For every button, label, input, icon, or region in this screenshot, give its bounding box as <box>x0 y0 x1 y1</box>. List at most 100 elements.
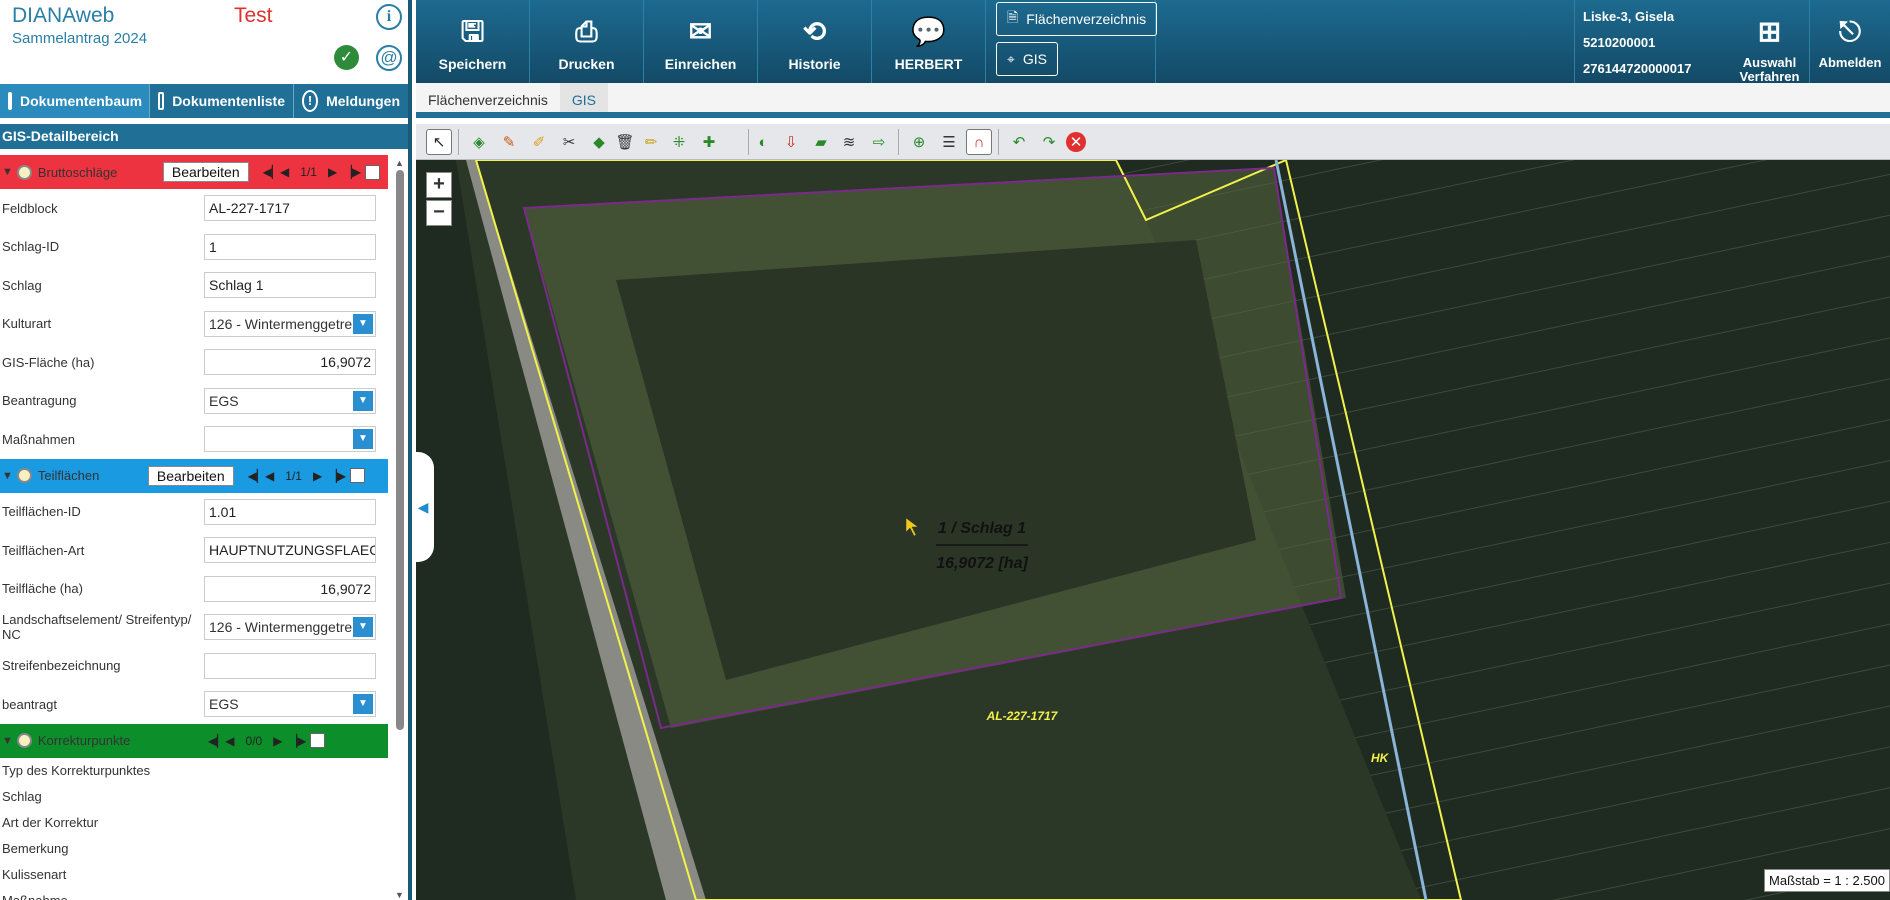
print-button[interactable]: ⎙ Drucken <box>530 0 644 83</box>
select-pointer-icon[interactable]: ↖ <box>426 129 452 155</box>
auswahl-verfahren-button[interactable]: ⊞ Auswahl Verfahren <box>1730 0 1810 84</box>
left-panel: DIANAweb Sammelantrag 2024 Test i ✓ @ Do… <box>0 0 412 900</box>
button-label: Speichern <box>438 56 507 72</box>
info-icon[interactable]: i <box>376 4 402 30</box>
tab-flaechenverzeichnis[interactable]: Flächenverzeichnis <box>416 83 560 112</box>
scroll-down-arrow-icon[interactable]: ▼ <box>395 890 404 900</box>
flaechenverzeichnis-button[interactable]: 🗎 Flächenverzeichnis <box>996 2 1158 36</box>
teilflaechen-art-input[interactable]: HAUPTNUTZUNGSFLAECHE <box>204 537 376 564</box>
list-icon[interactable]: ☰ <box>936 129 962 155</box>
herbert-button[interactable]: 💬 HERBERT <box>872 0 986 83</box>
schlag-id-input[interactable]: 1 <box>204 233 376 260</box>
first-record-icon[interactable]: ◀▏ <box>263 165 281 179</box>
record-count: 1/1 <box>300 165 317 179</box>
delete-icon[interactable]: 🗑 <box>612 129 638 155</box>
map-view[interactable]: 1 / Schlag 1 16,9072 [ha] AL-227-1717 HK… <box>416 160 1890 900</box>
dropdown-arrow-icon[interactable]: ▼ <box>353 694 373 715</box>
next-record-icon[interactable]: ▶ <box>327 165 339 179</box>
edit-button[interactable]: Bearbeiten <box>147 465 234 486</box>
add-polygon-icon[interactable]: ◈ <box>466 129 492 155</box>
table-icon[interactable] <box>309 733 325 748</box>
section-korrekturpunkte: ▼ Korrekturpunkte ◀▏ ◀ 0/0 ▶ ▕▶ <box>0 723 388 758</box>
zoom-out-button[interactable]: − <box>426 200 452 226</box>
layer-download-icon[interactable]: ⇩ <box>778 129 804 155</box>
dropdown-arrow-icon[interactable]: ▼ <box>353 390 373 411</box>
check-icon[interactable]: ✓ <box>334 45 359 70</box>
field-label: Beantragung <box>2 393 77 409</box>
gps-point-icon[interactable]: ⊕ <box>906 129 932 155</box>
prev-record-icon[interactable]: ◀ <box>279 165 291 179</box>
undo-icon[interactable]: ↶ <box>1006 129 1032 155</box>
tab-dokumentenliste[interactable]: Dokumentenliste <box>150 84 294 118</box>
collapse-panel-arrow-icon[interactable]: ◀ <box>412 452 434 562</box>
massnahmen-select[interactable]: ▼ <box>204 426 376 453</box>
table-icon[interactable] <box>364 164 380 180</box>
submit-button[interactable]: ✉ Einreichen <box>644 0 758 83</box>
add-point-icon[interactable]: ✚ <box>696 129 722 155</box>
teilflaechen-id-input[interactable]: 1.01 <box>204 498 376 525</box>
toolbar-separator <box>898 129 899 155</box>
prev-record-icon[interactable]: ◀ <box>264 469 276 483</box>
select-value: EGS <box>209 392 239 409</box>
tab-dokumentenbaum[interactable]: Dokumentenbaum <box>0 84 150 118</box>
dropdown-arrow-icon[interactable]: ▼ <box>353 313 373 334</box>
next-record-icon[interactable]: ▶ <box>312 469 324 483</box>
history-icon: ⟲ <box>802 16 827 47</box>
beantragung-select[interactable]: EGS ▼ <box>204 387 376 414</box>
button-label: Auswahl Verfahren <box>1739 55 1800 84</box>
first-record-icon[interactable]: ◀▏ <box>208 734 226 748</box>
redo-icon[interactable]: ↷ <box>1036 129 1062 155</box>
snap-magnet-icon[interactable]: ∩ <box>966 129 992 155</box>
first-record-icon[interactable]: ◀▏ <box>248 469 266 483</box>
import-icon[interactable]: ⇨ <box>866 129 892 155</box>
logout-button[interactable]: ⎋ Abmelden <box>1810 0 1890 83</box>
last-record-icon[interactable]: ▕▶ <box>328 469 346 483</box>
tab-meldungen[interactable]: ! Meldungen <box>294 84 408 118</box>
zoom-in-button[interactable]: + <box>426 172 452 198</box>
search-icon[interactable] <box>16 164 32 180</box>
last-record-icon[interactable]: ▕▶ <box>343 165 361 179</box>
history-button[interactable]: ⟲ Historie <box>758 0 872 83</box>
search-icon[interactable] <box>16 733 32 748</box>
collapse-triangle-icon[interactable]: ▼ <box>2 735 13 747</box>
beantragt-select[interactable]: EGS ▼ <box>204 691 376 718</box>
measure-icon[interactable]: ✏ <box>638 129 664 155</box>
gis-button[interactable]: ⌖ GIS <box>996 42 1059 76</box>
at-icon[interactable]: @ <box>376 45 402 71</box>
draw-icon[interactable]: ✐ <box>526 129 552 155</box>
vertical-scrollbar[interactable] <box>396 170 404 730</box>
prev-record-icon[interactable]: ◀ <box>224 734 236 748</box>
kulturart-select[interactable]: 126 - Wintermenggetreide ▼ <box>204 310 376 337</box>
save-button[interactable]: 🖫 Speichern <box>416 0 530 83</box>
feldblock-input[interactable]: AL-227-1717 <box>204 195 376 222</box>
collapse-triangle-icon[interactable]: ▼ <box>2 470 13 482</box>
dropdown-arrow-icon[interactable]: ▼ <box>353 429 373 450</box>
cancel-icon[interactable]: ✕ <box>1066 132 1086 152</box>
cut-icon[interactable]: ✂ <box>556 129 582 155</box>
collapse-triangle-icon[interactable]: ▼ <box>2 166 13 178</box>
vertex-icon[interactable]: ⁜ <box>666 129 692 155</box>
edit-polygon-icon[interactable]: ✎ <box>496 129 522 155</box>
logout-icon: ⎋ <box>1838 16 1862 47</box>
merge-icon[interactable]: ◆ <box>586 129 612 155</box>
split-line-icon[interactable]: ≋ <box>836 129 862 155</box>
teilflaeche-input[interactable]: 16,9072 <box>204 575 376 602</box>
layer-add-icon[interactable]: ◐ <box>750 129 776 155</box>
table-icon[interactable] <box>349 468 365 483</box>
next-record-icon[interactable]: ▶ <box>272 734 284 748</box>
edit-button[interactable]: Bearbeiten <box>162 162 249 182</box>
record-count: 1/1 <box>285 468 302 483</box>
user-id: 5210200001 <box>1583 35 1656 50</box>
record-navigator: ◀▏ ◀ 1/1 ▶ ▕▶ <box>263 165 361 179</box>
layer-stack-icon[interactable]: ▰ <box>808 129 834 155</box>
streifenbezeichnung-input[interactable] <box>204 652 376 679</box>
user-number: 276144720000017 <box>1583 61 1692 76</box>
landschaftselement-select[interactable]: 126 - Wintermenggetreide ▼ <box>204 614 376 641</box>
dropdown-arrow-icon[interactable]: ▼ <box>353 617 373 638</box>
tab-gis[interactable]: GIS <box>559 83 608 112</box>
scroll-up-arrow-icon[interactable]: ▲ <box>395 158 404 168</box>
schlag-input[interactable]: Schlag 1 <box>204 272 376 299</box>
search-icon[interactable] <box>16 468 32 483</box>
last-record-icon[interactable]: ▕▶ <box>288 734 306 748</box>
gis-flaeche-input[interactable]: 16,9072 <box>204 349 376 376</box>
